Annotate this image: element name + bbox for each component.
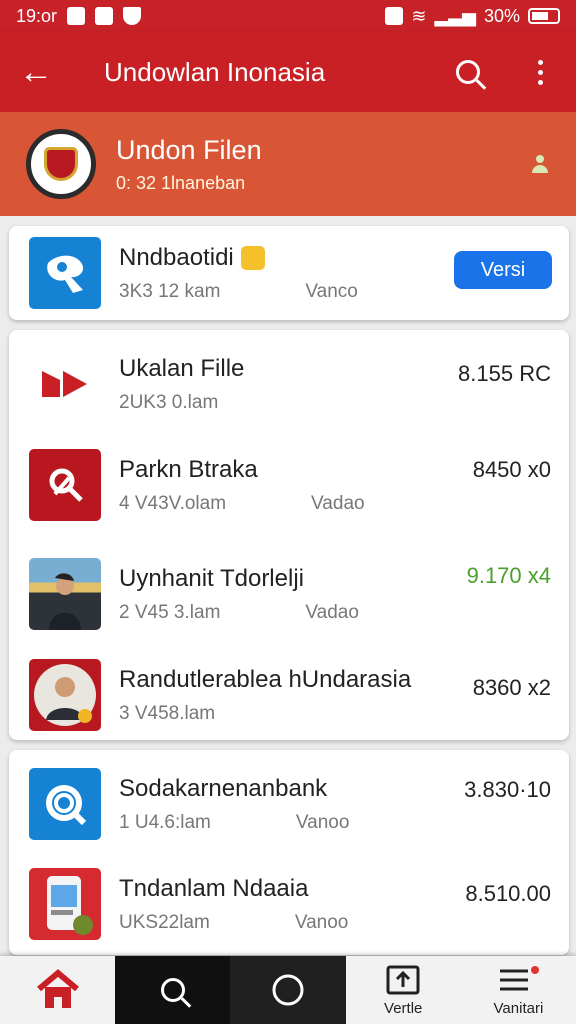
battery-icon	[528, 8, 560, 24]
bottom-navigation: Vertle Vanitari	[0, 956, 576, 1024]
nav-menu[interactable]: Vanitari	[461, 956, 576, 1024]
list-item-meta-row: UKS22lam Vanoo	[119, 912, 569, 934]
arrow-left-icon: ←	[19, 52, 53, 91]
more-vertical-icon	[537, 59, 543, 85]
list-item-meta-row: 2 V45 3.lam Vadao	[119, 602, 569, 624]
status-left: 19:or	[16, 6, 385, 27]
search-gear-icon	[29, 768, 101, 840]
upload-icon	[386, 965, 420, 994]
list-item-value: 8360 x2	[472, 675, 551, 700]
vibrate-icon	[385, 7, 404, 25]
list-item-meta-row: 1 U4.6:lam Vanoo	[119, 812, 569, 834]
profile-subtitle: 0: 32 1lnaneban	[116, 172, 246, 193]
shield-icon	[123, 7, 142, 25]
home-icon	[36, 969, 79, 1008]
more-items-card: Sodakarnenanbank 1 U4.6:lam Vanoo 3.830·1…	[9, 750, 569, 955]
list-item-meta: 1 U4.6:lam	[119, 811, 211, 833]
list-item[interactable]: Ukalan Fille 2UK3 0.lam 8.155 RC	[9, 336, 569, 432]
person-icon	[532, 155, 548, 173]
list-item-value: 3.830·10	[464, 777, 551, 802]
signal-icon: ▂▃▅	[434, 5, 476, 26]
featured-meta: 3K3 12 kam	[119, 280, 221, 302]
list-item-value: 8.155 RC	[458, 361, 551, 386]
wifi-icon: ≋	[411, 5, 427, 26]
version-button[interactable]: Versi	[454, 251, 552, 289]
featured-secondary: Vanco	[305, 280, 358, 302]
profile-title: Undon Filen	[116, 134, 262, 165]
status-right: ≋ ▂▃▅ 30%	[385, 6, 560, 27]
list-item-value: 8450 x0	[472, 457, 551, 482]
list-item[interactable]: Sodakarnenanbank 1 U4.6:lam Vanoo 3.830·1…	[9, 752, 569, 856]
list-item-value: 9.170 x4	[466, 563, 551, 588]
portrait-icon	[29, 659, 101, 731]
back-button[interactable]: ←	[0, 53, 72, 92]
person-photo-icon	[29, 558, 101, 630]
battery-percent: 30%	[483, 5, 520, 26]
list-item-secondary: Vadao	[305, 601, 359, 623]
list-item-meta-row: 2UK3 0.lam	[119, 392, 569, 414]
notification-icon	[95, 7, 114, 25]
list-item-meta-row: 3 V458.lam	[119, 703, 569, 725]
nav-vertle[interactable]: Vertle	[346, 956, 461, 1024]
arrow-play-icon	[29, 348, 101, 420]
list-item-secondary: Vanoo	[294, 911, 349, 933]
app-title: Undowlan Inonasia	[104, 56, 326, 87]
nav-search[interactable]	[115, 956, 231, 1024]
featured-row[interactable]: Nndbaotidi 3K3 12 kam Vanco Versi	[9, 226, 569, 320]
more-button[interactable]	[504, 59, 576, 85]
garuda-emblem-icon	[26, 129, 96, 199]
badge-icon	[240, 246, 265, 271]
profile-text: Undon Filen 0: 32 1lnaneban	[116, 135, 504, 194]
list-item[interactable]: Uynhanit Tdorlelji 2 V45 3.lam Vadao 9.17…	[9, 538, 569, 650]
circle-icon	[272, 974, 304, 1006]
magnifier-icon	[29, 449, 101, 521]
list-item-meta: 3 V458.lam	[119, 702, 216, 724]
list-item-meta: UKS22lam	[119, 911, 210, 933]
search-icon	[456, 60, 480, 84]
profile-action-button[interactable]	[504, 155, 576, 173]
list-item[interactable]: Parkn Btraka 4 V43V.olam Vadao 8450 x0	[9, 432, 569, 538]
profile-header: Undon Filen 0: 32 1lnaneban	[0, 112, 576, 216]
app-bar: ← Undowlan Inonasia	[0, 32, 576, 112]
nav-vertle-label: Vertle	[384, 999, 423, 1017]
list-item-meta: 2 V45 3.lam	[119, 601, 221, 623]
featured-card[interactable]: Nndbaotidi 3K3 12 kam Vanco Versi	[9, 226, 569, 320]
downloads-card: Ukalan Fille 2UK3 0.lam 8.155 RC Parkn B…	[9, 330, 569, 740]
app-notification-icon	[67, 7, 86, 25]
phone-app-icon	[29, 868, 101, 940]
search-button[interactable]	[432, 60, 504, 84]
list-item-secondary: Vadao	[311, 492, 365, 514]
search-icon	[160, 978, 185, 1002]
list-item[interactable]: Randutlerablea hUndarasia 3 V458.lam 836…	[9, 650, 569, 740]
list-item-meta: 4 V43V.olam	[119, 492, 227, 514]
nav-menu-label: Vanitari	[493, 999, 544, 1017]
list-item-secondary: Vanoo	[295, 811, 350, 833]
status-time: 19:or	[16, 5, 58, 26]
nav-home[interactable]	[0, 956, 115, 1024]
list-item-meta-row: 4 V43V.olam Vadao	[119, 493, 569, 515]
nav-circle[interactable]	[230, 956, 346, 1024]
list-item-value: 8.510.00	[465, 881, 551, 906]
list-item-meta: 2UK3 0.lam	[119, 391, 219, 413]
menu-icon	[500, 965, 540, 990]
status-bar: 19:or ≋ ▂▃▅ 30%	[0, 0, 576, 32]
map-pin-icon	[29, 237, 101, 309]
list-item[interactable]: Tndanlam Ndaaia UKS22lam Vanoo 8.510.00	[9, 856, 569, 952]
